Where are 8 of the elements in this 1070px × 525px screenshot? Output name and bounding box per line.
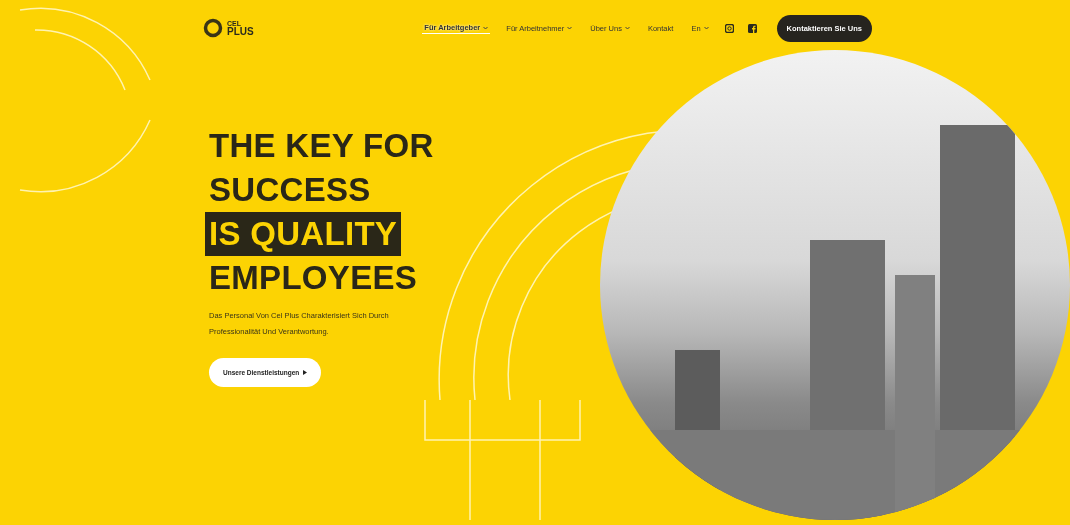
facebook-icon[interactable]	[747, 23, 757, 33]
headline-line: SUCCESS	[208, 170, 372, 210]
logo-text: PLUS	[227, 26, 254, 37]
headline-line: THE KEY FOR	[208, 126, 435, 166]
logo-icon	[202, 17, 224, 39]
instagram-icon[interactable]	[724, 23, 734, 33]
headline-line: EMPLOYEES	[208, 258, 419, 298]
caret-icon	[303, 370, 308, 375]
